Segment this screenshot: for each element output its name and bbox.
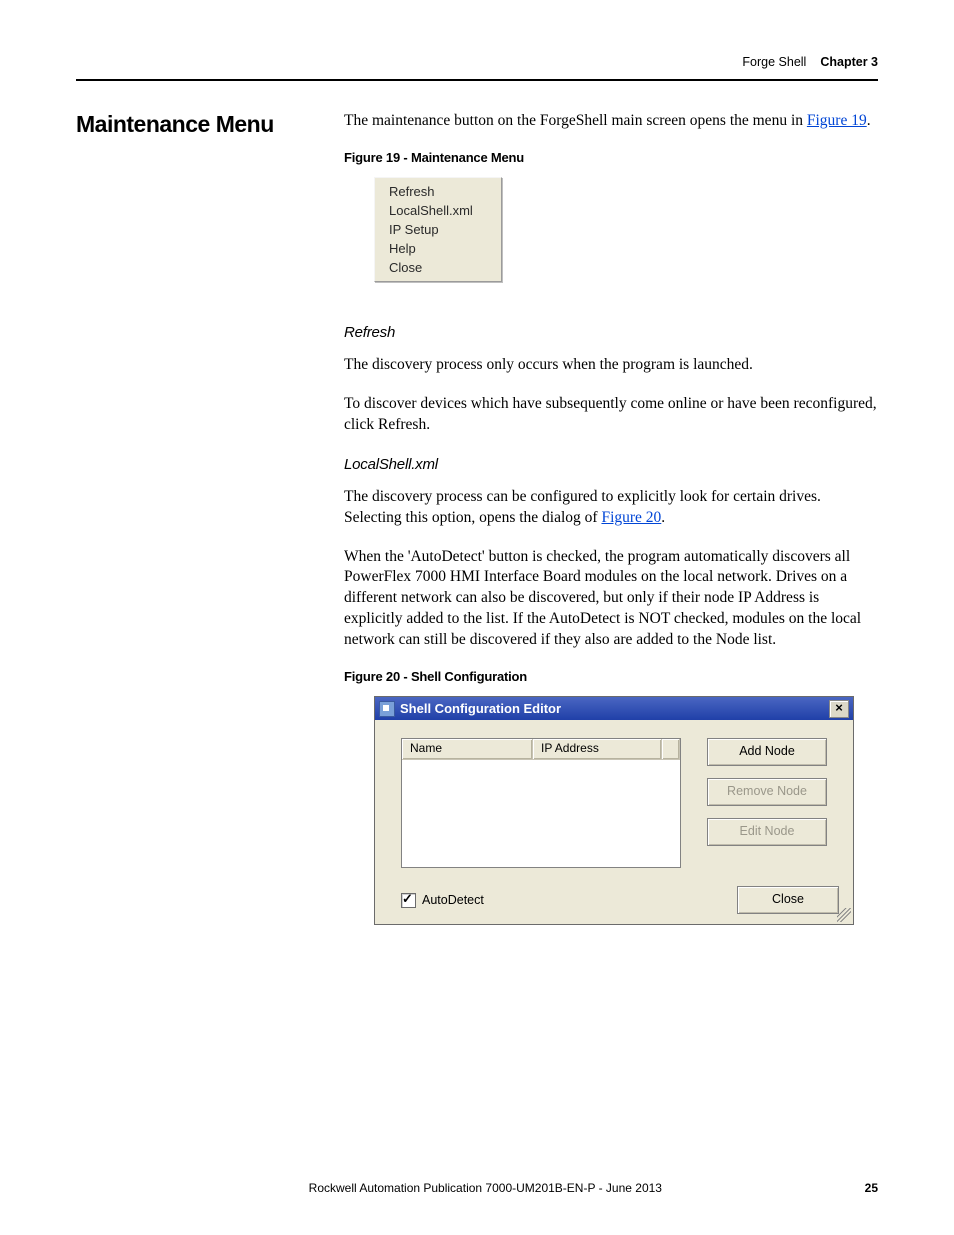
dialog-title: Shell Configuration Editor xyxy=(400,701,829,716)
page-header: Forge Shell Chapter 3 xyxy=(76,55,878,81)
figure19-link[interactable]: Figure 19 xyxy=(807,112,867,129)
menu-item-refresh[interactable]: Refresh xyxy=(377,182,499,201)
column-spacer xyxy=(662,739,680,759)
localshell-p2: When the 'AutoDetect' button is checked,… xyxy=(344,547,878,652)
autodetect-label: AutoDetect xyxy=(422,893,484,907)
refresh-p2: To discover devices which have subsequen… xyxy=(344,394,878,436)
close-icon[interactable]: × xyxy=(829,700,849,718)
shell-config-dialog: Shell Configuration Editor × Name IP Add… xyxy=(374,696,854,925)
figure20-link[interactable]: Figure 20 xyxy=(601,509,661,526)
remove-node-button: Remove Node xyxy=(707,778,827,806)
footer-publication: Rockwell Automation Publication 7000-UM2… xyxy=(106,1181,865,1195)
table-header: Name IP Address xyxy=(402,739,680,760)
header-chapter: Chapter 3 xyxy=(820,55,878,69)
dialog-titlebar[interactable]: Shell Configuration Editor × xyxy=(375,697,853,720)
localshell-p1-after: . xyxy=(661,509,665,526)
menu-item-ipsetup[interactable]: IP Setup xyxy=(377,220,499,239)
edit-node-button: Edit Node xyxy=(707,818,827,846)
close-button[interactable]: Close xyxy=(737,886,839,914)
add-node-button[interactable]: Add Node xyxy=(707,738,827,766)
intro-after: . xyxy=(867,112,871,129)
maintenance-menu: Refresh LocalShell.xml IP Setup Help Clo… xyxy=(374,177,502,282)
figure20-caption: Figure 20 - Shell Configuration xyxy=(344,669,878,684)
column-name[interactable]: Name xyxy=(402,739,533,759)
menu-item-close[interactable]: Close xyxy=(377,258,499,277)
header-section: Forge Shell xyxy=(742,55,806,69)
refresh-heading: Refresh xyxy=(344,324,878,341)
menu-item-localshell[interactable]: LocalShell.xml xyxy=(377,201,499,220)
dialog-icon xyxy=(379,701,395,717)
localshell-p1: The discovery process can be configured … xyxy=(344,487,878,529)
menu-item-help[interactable]: Help xyxy=(377,239,499,258)
column-ip[interactable]: IP Address xyxy=(533,739,662,759)
localshell-p1-before: The discovery process can be configured … xyxy=(344,488,821,526)
refresh-p1: The discovery process only occurs when t… xyxy=(344,355,878,376)
page-footer: Rockwell Automation Publication 7000-UM2… xyxy=(76,1181,878,1195)
resize-grip-icon[interactable] xyxy=(837,908,851,922)
intro-text: The maintenance button on the ForgeShell… xyxy=(344,112,807,129)
section-heading: Maintenance Menu xyxy=(76,111,344,138)
checkbox-icon[interactable] xyxy=(401,893,416,908)
figure19-caption: Figure 19 - Maintenance Menu xyxy=(344,150,878,165)
node-table[interactable]: Name IP Address xyxy=(401,738,681,868)
intro-paragraph: The maintenance button on the ForgeShell… xyxy=(344,111,878,132)
localshell-heading: LocalShell.xml xyxy=(344,456,878,473)
autodetect-checkbox[interactable]: AutoDetect xyxy=(401,893,484,908)
footer-page: 25 xyxy=(865,1181,878,1195)
